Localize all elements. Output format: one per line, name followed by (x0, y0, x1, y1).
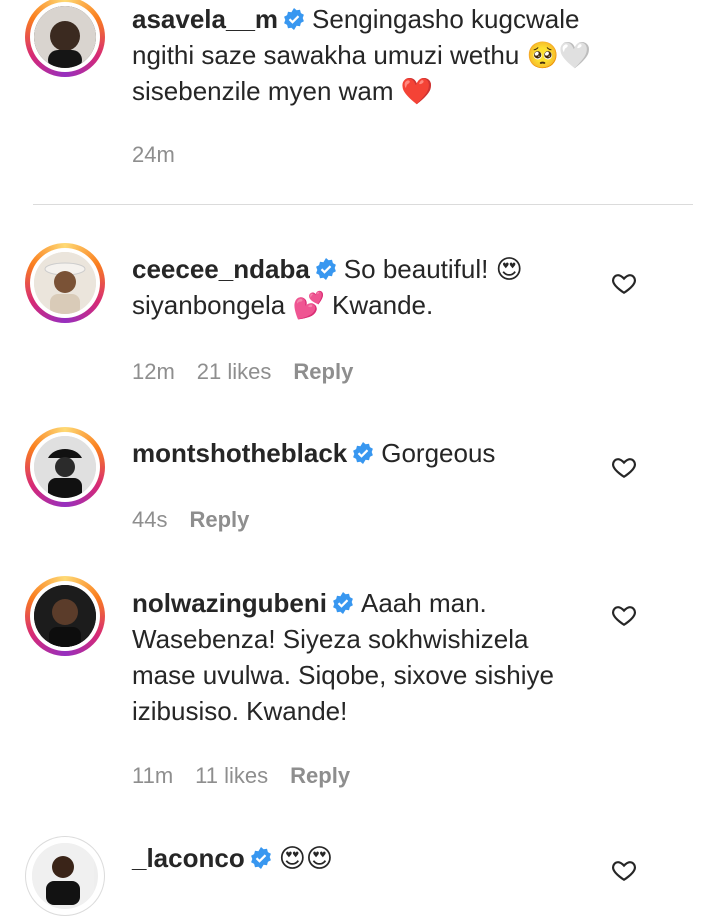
comment-username[interactable]: nolwazingubeni (132, 588, 327, 618)
heart-outline-icon[interactable] (611, 857, 637, 883)
comment-text: asavela__m Sengingasho kugcwale ngithi sa… (132, 1, 602, 109)
comment-line: ngithi saze sawakha umuzi wethu 🥺🤍 (132, 40, 592, 70)
comment-username[interactable]: montshotheblack (132, 438, 347, 468)
heart-outline-icon[interactable] (611, 454, 637, 480)
comment-username[interactable]: _laconco (132, 843, 245, 873)
verified-badge-icon (284, 8, 304, 30)
comment-meta: 12m 21 likes Reply (132, 359, 375, 385)
avatar[interactable] (25, 836, 105, 916)
divider (33, 204, 693, 205)
comment-line: mase uvulwa. Siqobe, sixove sishiye (132, 660, 554, 690)
comment-meta: 24m (132, 142, 197, 168)
comment-line: Gorgeous (381, 438, 496, 468)
comment-line: So beautiful! 😍 (343, 254, 523, 284)
avatar[interactable] (25, 576, 105, 656)
comment-likes[interactable]: 11 likes (195, 763, 268, 788)
verified-badge-icon (315, 258, 336, 280)
comment-time: 12m (132, 359, 175, 384)
reply-button[interactable]: Reply (290, 763, 350, 788)
comment-text: ceecee_ndaba So beautiful! 😍 siyanbongela… (132, 251, 602, 323)
heart-outline-icon[interactable] (611, 270, 637, 296)
verified-badge-icon (333, 592, 353, 614)
comment-line: sisebenzile myen wam ❤️ (132, 76, 434, 106)
heart-outline-icon[interactable] (611, 602, 637, 628)
comment-text: _laconco 😍😍 (132, 840, 602, 877)
comment-meta: 11m 11 likes Reply (132, 763, 372, 789)
comment-line: Sengingasho kugcwale (312, 4, 580, 34)
comment-time: 44s (132, 507, 168, 532)
comment-line: siyanbongela 💕 Kwande. (132, 290, 434, 320)
comment-time: 11m (132, 763, 174, 788)
verified-badge-icon (353, 442, 374, 464)
comment-meta: 44s Reply (132, 507, 271, 533)
avatar[interactable] (25, 427, 105, 507)
comment-username[interactable]: ceecee_ndaba (132, 254, 310, 284)
avatar[interactable] (25, 0, 105, 77)
comment-line: 😍😍 (278, 844, 333, 874)
verified-badge-icon (250, 847, 271, 869)
reply-button[interactable]: Reply (189, 507, 249, 532)
comment-line: izibusiso. Kwande! (132, 696, 348, 726)
comment-text: nolwazingubeni Aaah man. Wasebenza! Siyez… (132, 585, 602, 729)
comment-username[interactable]: asavela__m (132, 4, 278, 34)
comment-text: montshotheblack Gorgeous (132, 435, 602, 471)
comment-line: Wasebenza! Siyeza sokhwishizela (132, 624, 529, 654)
comment-line: Aaah man. (361, 588, 487, 618)
reply-button[interactable]: Reply (293, 359, 353, 384)
comment-likes[interactable]: 21 likes (197, 359, 272, 384)
avatar[interactable] (25, 243, 105, 323)
comment-time: 24m (132, 142, 175, 167)
